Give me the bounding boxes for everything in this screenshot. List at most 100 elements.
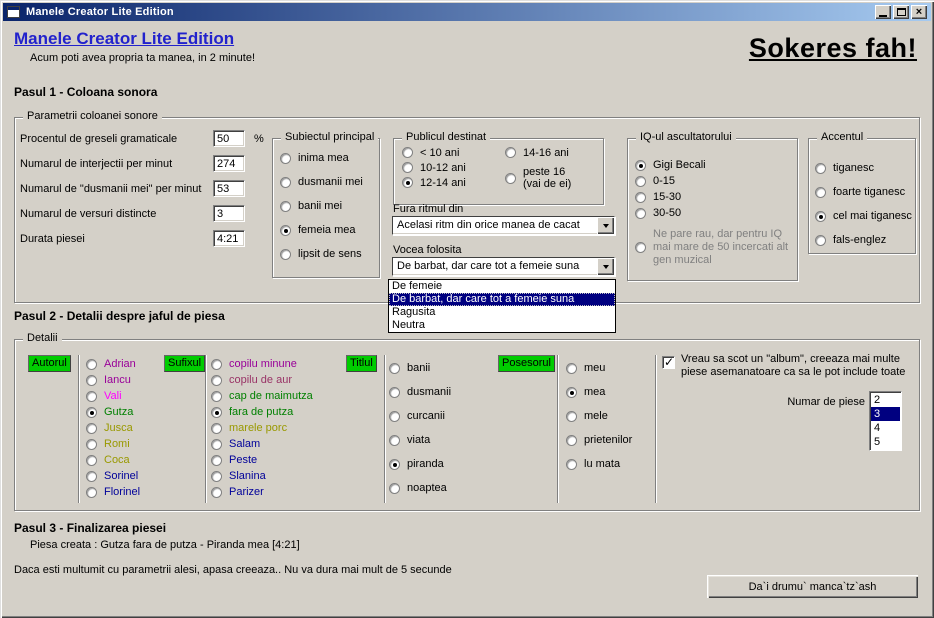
step2-heading: Pasul 2 - Detalii despre jaful de piesa — [14, 309, 225, 323]
radio-icon — [280, 153, 291, 164]
field-suffix: % — [254, 133, 266, 145]
title-option[interactable]: curcanii — [389, 404, 451, 428]
radio-icon — [389, 411, 400, 422]
possessor-option[interactable]: meu — [566, 356, 632, 380]
titlebar[interactable]: Manele Creator Lite Edition × — [3, 3, 931, 21]
subject-option[interactable]: lipsit de sens — [280, 242, 363, 266]
maximize-button[interactable] — [893, 5, 909, 19]
album-checkbox-label[interactable]: Vreau sa scot un "album", creeaza mai mu… — [681, 353, 923, 379]
accent-option[interactable]: tiganesc — [815, 156, 912, 180]
possessor-category-label: Posesorul — [498, 355, 555, 372]
subject-option[interactable]: dusmanii mei — [280, 170, 363, 194]
title-option[interactable]: dusmanii — [389, 380, 451, 404]
voice-dropdown-button[interactable] — [597, 258, 614, 275]
app-subtitle: Acum poti avea propria ta manea, in 2 mi… — [30, 52, 255, 64]
title-option[interactable]: piranda — [389, 452, 451, 476]
radio-icon — [86, 487, 97, 498]
suffix-option[interactable]: Slanina — [211, 468, 313, 484]
accent-option[interactable]: cel mai tiganesc — [815, 204, 912, 228]
create-button[interactable]: Da`i drumu` manca`tz`ash — [707, 575, 918, 598]
suffix-option[interactable]: Peste — [211, 452, 313, 468]
radio-icon — [505, 147, 516, 158]
subject-option[interactable]: banii mei — [280, 194, 363, 218]
rhythm-combobox[interactable]: Acelasi ritm din orice manea de cacat — [392, 216, 615, 235]
accent-option[interactable]: foarte tiganesc — [815, 180, 912, 204]
title-option[interactable]: viata — [389, 428, 451, 452]
possessor-option[interactable]: mele — [566, 404, 632, 428]
track-count-item[interactable]: 3 — [871, 407, 900, 421]
audience-option[interactable]: peste 16 (vai de ei) — [505, 166, 585, 190]
iq-disabled-text: Ne pare rau, dar pentru IQ mai mare de 5… — [653, 228, 796, 267]
suffix-option[interactable]: Salam — [211, 436, 313, 452]
possessor-option[interactable]: prietenilor — [566, 428, 632, 452]
radio-icon — [566, 363, 577, 374]
audience-option[interactable]: < 10 ani — [402, 145, 466, 160]
author-option[interactable]: Vali — [86, 388, 140, 404]
suffix-category-label: Sufixul — [164, 355, 205, 372]
field-input[interactable] — [213, 230, 245, 247]
radio-icon — [389, 459, 400, 470]
author-option[interactable]: Iancu — [86, 372, 140, 388]
album-checkbox[interactable] — [662, 356, 675, 369]
author-option[interactable]: Romi — [86, 436, 140, 452]
suffix-option[interactable]: marele porc — [211, 420, 313, 436]
audience-right-options: 14-16 ani peste 16 (vai de ei) — [505, 145, 585, 196]
author-option[interactable]: Jusca — [86, 420, 140, 436]
field-input[interactable] — [213, 180, 245, 197]
title-option[interactable]: banii — [389, 356, 451, 380]
author-option[interactable]: Coca — [86, 452, 140, 468]
radio-icon — [280, 177, 291, 188]
radio-icon — [402, 162, 413, 173]
author-option[interactable]: Florinel — [86, 484, 140, 500]
audience-option[interactable]: 12-14 ani — [402, 175, 466, 190]
iq-option[interactable]: 15-30 — [635, 189, 706, 205]
iq-option[interactable]: Gigi Becali — [635, 157, 706, 173]
suffix-option[interactable]: copilu de aur — [211, 372, 313, 388]
field-label: Procentul de greseli gramaticale — [20, 133, 213, 145]
author-option[interactable]: Adrian — [86, 356, 140, 372]
audience-option[interactable]: 10-12 ani — [402, 160, 466, 175]
radio-icon — [211, 487, 222, 498]
audience-option[interactable]: 14-16 ani — [505, 145, 585, 160]
radio-icon — [211, 407, 222, 418]
field-label: Durata piesei — [20, 233, 213, 245]
field-row: Durata piesei — [20, 226, 290, 251]
accent-option[interactable]: fals-englez — [815, 228, 912, 252]
track-count-item[interactable]: 2 — [871, 393, 900, 407]
field-input[interactable] — [213, 155, 245, 172]
author-option[interactable]: Sorinel — [86, 468, 140, 484]
track-count-item[interactable]: 5 — [871, 435, 900, 449]
field-input[interactable] — [213, 205, 245, 222]
voice-dropdown-item[interactable]: De femeie — [389, 280, 615, 293]
subject-group-label: Subiectul principal — [281, 131, 378, 143]
rhythm-dropdown-button[interactable] — [597, 217, 614, 234]
close-button[interactable]: × — [911, 5, 927, 19]
step2-group-label: Detalii — [23, 332, 62, 344]
title-option[interactable]: noaptea — [389, 476, 451, 500]
track-count-listbox: 2 3 4 5 — [869, 391, 902, 451]
author-options: Adrian Iancu Vali Gutza Jusca — [86, 356, 140, 500]
voice-combobox[interactable]: De barbat, dar care tot a femeie suna — [392, 257, 615, 276]
app-header-link[interactable]: Manele Creator Lite Edition — [14, 29, 234, 49]
author-option[interactable]: Gutza — [86, 404, 140, 420]
minimize-button[interactable] — [875, 5, 891, 19]
iq-option[interactable]: 30-50 — [635, 205, 706, 221]
possessor-option[interactable]: mea — [566, 380, 632, 404]
radio-icon — [635, 208, 646, 219]
suffix-option[interactable]: fara de putza — [211, 404, 313, 420]
radio-icon — [815, 235, 826, 246]
voice-dropdown-item[interactable]: Ragusita — [389, 306, 615, 319]
voice-dropdown-item[interactable]: Neutra — [389, 319, 615, 332]
brand-link[interactable]: Sokeres fah! — [749, 33, 917, 64]
suffix-option[interactable]: cap de maimutza — [211, 388, 313, 404]
possessor-option[interactable]: lu mata — [566, 452, 632, 476]
subject-option[interactable]: inima mea — [280, 146, 363, 170]
subject-option[interactable]: femeia mea — [280, 218, 363, 242]
field-input[interactable] — [213, 130, 245, 147]
suffix-option[interactable]: copilu minune — [211, 356, 313, 372]
suffix-option[interactable]: Parizer — [211, 484, 313, 500]
voice-dropdown-item[interactable]: De barbat, dar care tot a femeie suna — [389, 293, 615, 306]
track-count-item[interactable]: 4 — [871, 421, 900, 435]
iq-option[interactable]: 0-15 — [635, 173, 706, 189]
divider — [205, 355, 207, 503]
